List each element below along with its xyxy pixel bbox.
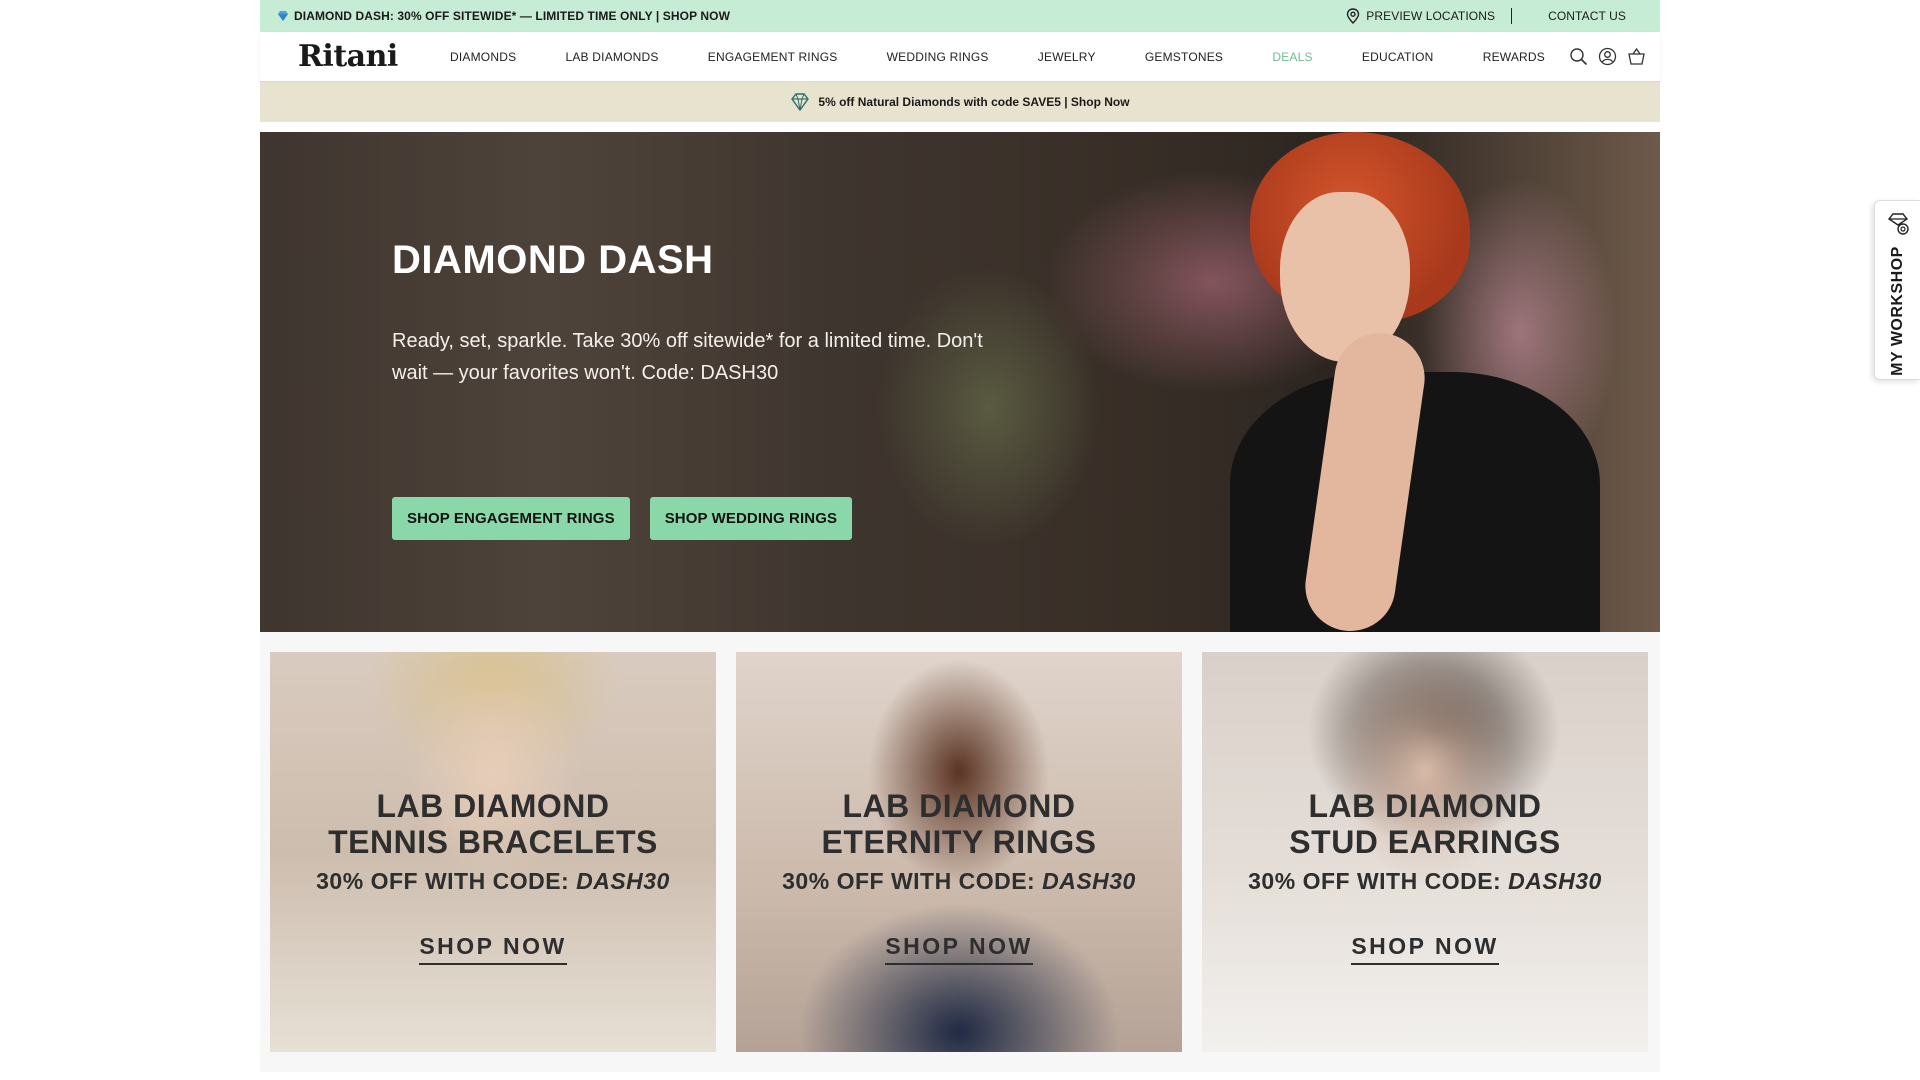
promo-tiles: LAB DIAMOND TENNIS BRACELETS 30% OFF WIT… — [260, 632, 1660, 1072]
nav-item-deals[interactable]: DEALS — [1272, 50, 1312, 64]
top-promo-text: DIAMOND DASH: 30% OFF SITEWIDE* — LIMITE… — [294, 9, 731, 23]
tile-shop-now-link[interactable]: SHOP NOW — [885, 933, 1033, 965]
nav-item-diamonds[interactable]: DIAMONDS — [450, 50, 516, 64]
preview-locations-label: PREVIEW LOCATIONS — [1366, 9, 1496, 23]
shop-wedding-rings-button[interactable]: SHOP WEDDING RINGS — [649, 497, 853, 540]
nav-icons — [1569, 47, 1660, 66]
tile-title-line1: LAB DIAMOND — [376, 788, 610, 824]
my-workshop-tab[interactable]: MY WORKSHOP — [1874, 200, 1920, 380]
tile-shop-now-link[interactable]: SHOP NOW — [419, 933, 567, 965]
shop-engagement-rings-button[interactable]: SHOP ENGAGEMENT RINGS — [392, 497, 630, 540]
tile-code: DASH30 — [576, 868, 670, 894]
top-promo-bar: DIAMOND DASH: 30% OFF SITEWIDE* — LIMITE… — [260, 0, 1660, 32]
main-nav: Ritani DIAMONDS LAB DIAMONDS ENGAGEMENT … — [260, 32, 1660, 82]
tile-code: DASH30 — [1508, 868, 1602, 894]
tile-shop-now-link[interactable]: SHOP NOW — [1351, 933, 1499, 965]
tile-title-line2: ETERNITY RINGS — [821, 824, 1097, 860]
tile-code-prefix: 30% OFF WITH CODE: — [1248, 868, 1509, 894]
my-workshop-label: MY WORKSHOP — [1889, 246, 1906, 376]
tile-text: LAB DIAMOND ETERNITY RINGS 30% OFF WITH … — [736, 788, 1182, 965]
page: DIAMOND DASH: 30% OFF SITEWIDE* — LIMITE… — [0, 0, 1920, 1080]
tile-tennis-bracelets[interactable]: LAB DIAMOND TENNIS BRACELETS 30% OFF WIT… — [270, 652, 716, 1052]
top-promo-link[interactable]: DIAMOND DASH: 30% OFF SITEWIDE* — LIMITE… — [276, 9, 730, 23]
tile-text: LAB DIAMOND TENNIS BRACELETS 30% OFF WIT… — [270, 788, 716, 965]
hero-banner: DIAMOND DASH Ready, set, sparkle. Take 3… — [260, 132, 1660, 632]
tile-title-line1: LAB DIAMOND — [842, 788, 1076, 824]
tile-title-line1: LAB DIAMOND — [1308, 788, 1542, 824]
sub-promo-text: 5% off Natural Diamonds with code SAVE5 … — [818, 95, 1130, 109]
nav-item-rewards[interactable]: REWARDS — [1483, 50, 1545, 64]
location-pin-icon — [1347, 8, 1360, 24]
search-icon[interactable] — [1569, 47, 1588, 66]
tile-code: DASH30 — [1042, 868, 1136, 894]
account-icon[interactable] — [1598, 47, 1617, 66]
nav-item-jewelry[interactable]: JEWELRY — [1038, 50, 1096, 64]
preview-locations-link[interactable]: PREVIEW LOCATIONS — [1346, 8, 1513, 24]
site-container: DIAMOND DASH: 30% OFF SITEWIDE* — LIMITE… — [260, 0, 1660, 1080]
nav-item-wedding-rings[interactable]: WEDDING RINGS — [887, 50, 989, 64]
contact-us-link[interactable]: CONTACT US — [1512, 9, 1644, 23]
hero-buttons: SHOP ENGAGEMENT RINGS SHOP WEDDING RINGS — [392, 497, 853, 540]
cart-icon[interactable] — [1627, 47, 1646, 66]
tile-code-text: 30% OFF WITH CODE: DASH30 — [1202, 868, 1648, 895]
nav-item-lab-diamonds[interactable]: LAB DIAMONDS — [565, 50, 658, 64]
tile-code-text: 30% OFF WITH CODE: DASH30 — [736, 868, 1182, 895]
diamond-icon — [278, 11, 288, 21]
hero-subtitle: Ready, set, sparkle. Take 30% off sitewi… — [392, 330, 983, 384]
nav-item-gemstones[interactable]: GEMSTONES — [1145, 50, 1223, 64]
nav-item-engagement-rings[interactable]: ENGAGEMENT RINGS — [708, 50, 838, 64]
ritani-logo[interactable]: Ritani — [260, 39, 450, 74]
nav-menu: DIAMONDS LAB DIAMONDS ENGAGEMENT RINGS W… — [450, 50, 1569, 64]
hero-content: DIAMOND DASH Ready, set, sparkle. Take 3… — [392, 238, 992, 389]
tile-code-prefix: 30% OFF WITH CODE: — [316, 868, 577, 894]
tile-stud-earrings[interactable]: LAB DIAMOND STUD EARRINGS 30% OFF WITH C… — [1202, 652, 1648, 1052]
tile-eternity-rings[interactable]: LAB DIAMOND ETERNITY RINGS 30% OFF WITH … — [736, 652, 1182, 1052]
sub-promo-bar[interactable]: 5% off Natural Diamonds with code SAVE5 … — [260, 82, 1660, 122]
hero-title: DIAMOND DASH — [392, 238, 714, 282]
tile-title-line2: STUD EARRINGS — [1289, 824, 1561, 860]
ring-icon — [1887, 213, 1909, 235]
nav-item-education[interactable]: EDUCATION — [1362, 50, 1434, 64]
tile-text: LAB DIAMOND STUD EARRINGS 30% OFF WITH C… — [1202, 788, 1648, 965]
tile-title-line2: TENNIS BRACELETS — [328, 824, 658, 860]
tile-code-text: 30% OFF WITH CODE: DASH30 — [270, 868, 716, 895]
diamond-icon — [791, 93, 810, 111]
tile-code-prefix: 30% OFF WITH CODE: — [782, 868, 1043, 894]
